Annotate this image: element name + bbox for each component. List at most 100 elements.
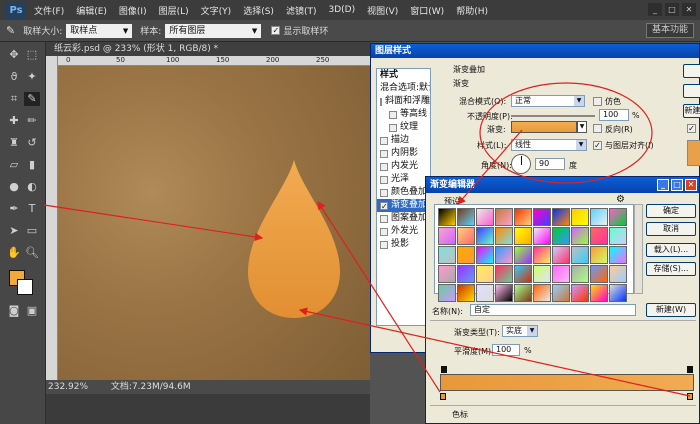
gradient-preset-swatch[interactable] (571, 284, 589, 302)
quick-mask-icon[interactable]: ◙ (6, 304, 22, 318)
gradient-preset-swatch[interactable] (514, 265, 532, 283)
angle-input[interactable]: 90 (535, 158, 565, 170)
styles-header[interactable]: 样式 (377, 69, 430, 82)
screen-mode-icon[interactable]: ▣ (24, 304, 40, 318)
gradient-preset-swatch[interactable] (495, 208, 513, 226)
background-color-swatch[interactable] (17, 279, 33, 295)
gradient-preset-swatch[interactable] (476, 265, 494, 283)
gradient-preset-swatch[interactable] (571, 208, 589, 226)
dither-checkbox[interactable] (593, 97, 602, 106)
smoothness-input[interactable]: 100 (492, 344, 520, 356)
style-item-satin[interactable]: 光泽 (377, 173, 430, 186)
shape-tool-icon[interactable]: ▭ (24, 224, 40, 238)
menu-file[interactable]: 文件(F) (34, 4, 64, 17)
align-layer-checkbox[interactable]: ✓ (593, 141, 602, 150)
clone-stamp-icon[interactable]: ♜ (6, 136, 22, 150)
gradient-preset-swatch[interactable] (438, 208, 456, 226)
gradient-preset-swatch[interactable] (495, 227, 513, 245)
presets-scrollbar[interactable] (634, 204, 643, 294)
gradient-type-select[interactable]: 实底 ▼ (502, 325, 538, 337)
menu-window[interactable]: 窗口(W) (410, 4, 444, 17)
sample-select[interactable]: 所有图层 ▼ (165, 23, 262, 38)
style-select[interactable]: 线性 ▼ (511, 139, 587, 151)
gradient-preset-swatch[interactable] (571, 246, 589, 264)
gradient-preset-swatch[interactable] (552, 227, 570, 245)
gradient-preset-swatch[interactable] (533, 246, 551, 264)
gradient-preset-swatch[interactable] (590, 208, 608, 226)
preview-checkbox[interactable]: ✓ (687, 124, 696, 133)
gradient-preset-swatch[interactable] (495, 284, 513, 302)
gradient-preset-swatch[interactable] (609, 265, 627, 283)
gradient-preset-swatch[interactable] (514, 284, 532, 302)
gradient-preset-swatch[interactable] (609, 208, 627, 226)
document-tab[interactable]: 纸云彩.psd @ 233% (形状 1, RGB/8) * (46, 42, 370, 56)
gradient-preset-swatch[interactable] (438, 227, 456, 245)
magic-wand-icon[interactable]: ✦ (24, 70, 40, 84)
gradient-preset-swatch[interactable] (457, 265, 475, 283)
minimize-icon[interactable]: _ (648, 3, 662, 16)
load-button[interactable]: 载入(L)... (646, 243, 696, 257)
opacity-stop-left[interactable] (441, 366, 447, 373)
gradient-bar[interactable] (440, 374, 694, 391)
gradient-preset-swatch[interactable] (571, 227, 589, 245)
style-item-texture[interactable]: 纹理 (377, 121, 430, 134)
healing-brush-icon[interactable]: ✚ (6, 114, 22, 128)
style-item-bevel[interactable]: 斜面和浮雕 (377, 95, 430, 108)
sample-size-select[interactable]: 取样点 ▼ (66, 23, 133, 38)
opacity-input[interactable]: 100 (599, 109, 629, 121)
chevron-down-icon[interactable]: ▼ (577, 121, 587, 133)
gradient-preset-swatch[interactable] (495, 265, 513, 283)
marquee-tool-icon[interactable]: ⬚ (24, 48, 40, 62)
menu-3d[interactable]: 3D(D) (328, 5, 355, 15)
gradient-preset-swatch[interactable] (590, 246, 608, 264)
angle-dial[interactable] (511, 154, 531, 174)
dodge-tool-icon[interactable]: ◐ (24, 180, 40, 194)
blend-options-item[interactable]: 混合选项:默认 (377, 82, 430, 95)
gradient-preset-swatch[interactable] (552, 246, 570, 264)
lasso-tool-icon[interactable]: ϑ (6, 70, 22, 84)
color-stop-left[interactable] (440, 393, 446, 400)
reverse-checkbox[interactable] (593, 124, 602, 133)
move-tool-icon[interactable]: ✥ (6, 48, 22, 62)
path-select-icon[interactable]: ➤ (6, 224, 22, 238)
name-input[interactable]: 自定 (470, 304, 636, 316)
document-canvas[interactable] (58, 66, 370, 380)
pen-tool-icon[interactable]: ✒ (6, 202, 22, 216)
opacity-slider[interactable] (511, 115, 595, 117)
menu-edit[interactable]: 编辑(E) (76, 4, 107, 17)
menu-filter[interactable]: 滤镜(T) (286, 4, 317, 17)
gradient-preset-swatch[interactable] (571, 265, 589, 283)
brush-tool-icon[interactable]: ✏ (24, 114, 40, 128)
menu-type[interactable]: 文字(Y) (201, 4, 232, 17)
cancel-button-partial[interactable] (683, 84, 700, 98)
style-item-outer-glow[interactable]: 外发光 (377, 225, 430, 238)
gradient-preset-swatch[interactable] (438, 284, 456, 302)
menu-layer[interactable]: 图层(L) (159, 4, 189, 17)
minimize-icon[interactable]: _ (657, 179, 669, 191)
menu-select[interactable]: 选择(S) (243, 4, 274, 17)
gradient-preset-swatch[interactable] (476, 246, 494, 264)
hand-tool-icon[interactable]: ✋ (6, 246, 22, 260)
gradient-preset-swatch[interactable] (514, 227, 532, 245)
maximize-icon[interactable]: □ (665, 3, 679, 16)
ok-button[interactable]: 确定 (646, 204, 696, 218)
gradient-preset-swatch[interactable] (514, 208, 532, 226)
blur-tool-icon[interactable]: ● (6, 180, 22, 194)
gradient-preset-swatch[interactable] (438, 246, 456, 264)
zoom-level[interactable]: 232.92% (48, 382, 88, 392)
gradient-preset-swatch[interactable] (552, 284, 570, 302)
gradient-preset-swatch[interactable] (457, 246, 475, 264)
maximize-icon[interactable]: □ (671, 179, 683, 191)
gradient-preset-swatch[interactable] (514, 246, 532, 264)
gradient-picker[interactable] (511, 121, 577, 133)
style-item-inner-glow[interactable]: 内发光 (377, 160, 430, 173)
style-item-color-overlay[interactable]: 颜色叠加 (377, 186, 430, 199)
style-item-inner-shadow[interactable]: 内阴影 (377, 147, 430, 160)
menu-view[interactable]: 视图(V) (367, 4, 398, 17)
new-gradient-button[interactable]: 新建(W) (646, 303, 696, 317)
opacity-stop-right[interactable] (687, 366, 693, 373)
gradient-preset-swatch[interactable] (476, 284, 494, 302)
crop-tool-icon[interactable]: ⌗ (6, 92, 22, 106)
close-icon[interactable]: ✕ (685, 179, 697, 191)
history-brush-icon[interactable]: ↺ (24, 136, 40, 150)
